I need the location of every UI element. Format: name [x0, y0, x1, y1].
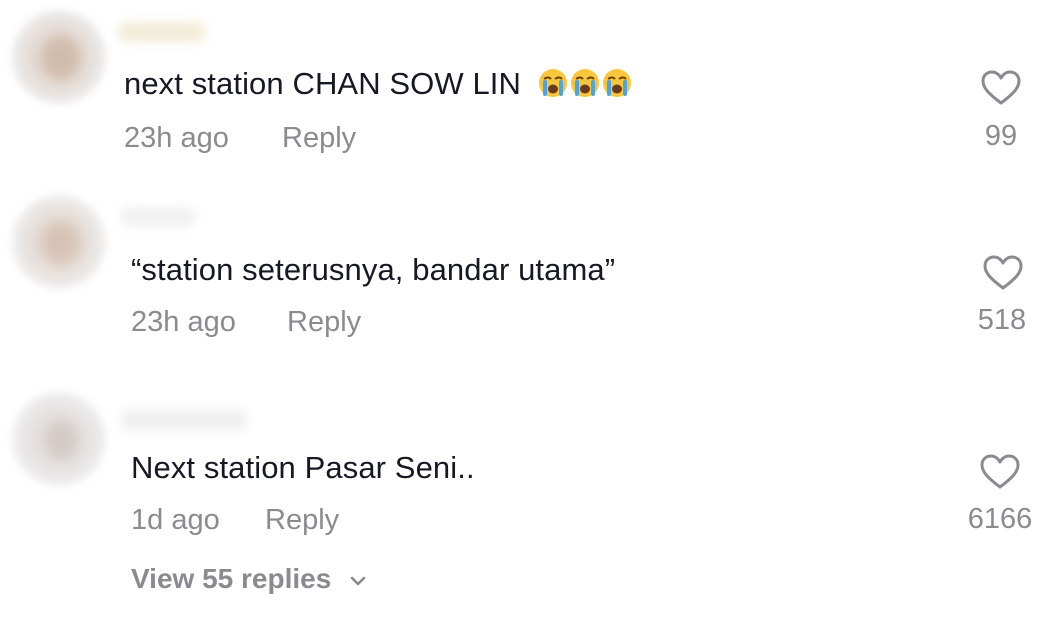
view-replies-button[interactable]: View 55 replies — [131, 563, 367, 595]
chevron-down-icon — [350, 576, 366, 585]
heart-icon[interactable] — [980, 454, 1020, 490]
view-replies-label: View 55 replies — [131, 563, 332, 594]
reply-button[interactable]: Reply — [265, 504, 339, 537]
avatar-detail — [46, 420, 78, 460]
comment-text: Next station Pasar Seni.. — [131, 450, 475, 485]
comment-item: Next station Pasar Seni.. 1d ago Reply 6… — [0, 0, 1049, 617]
comment-timestamp: 1d ago — [131, 504, 220, 536]
like-count: 6166 — [967, 503, 1033, 535]
username-redacted[interactable] — [120, 410, 248, 430]
